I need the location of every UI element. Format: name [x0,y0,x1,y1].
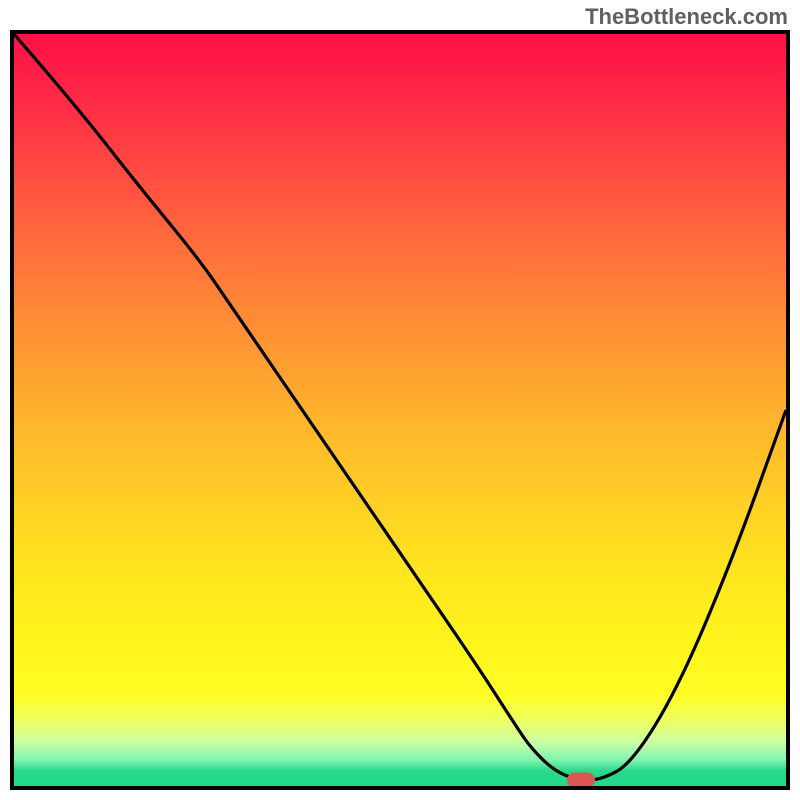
optimal-point-marker [567,772,595,787]
chart-plot-area [10,30,790,790]
curve-line [14,34,786,780]
watermark-text: TheBottleneck.com [585,4,788,30]
curve-svg [14,34,786,786]
